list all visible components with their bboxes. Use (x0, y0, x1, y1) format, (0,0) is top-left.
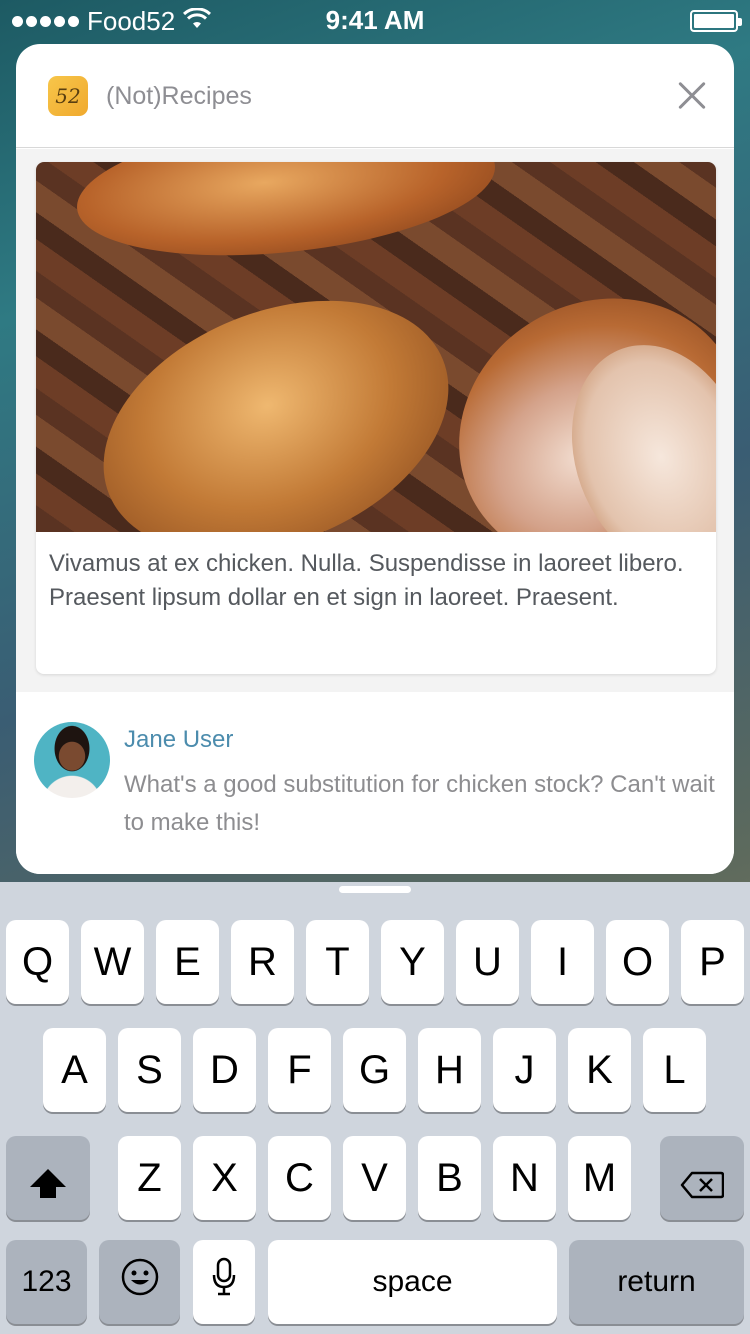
key-n[interactable]: N (493, 1136, 556, 1220)
comment-text: What's a good substitution for chicken s… (124, 771, 715, 836)
microphone-icon (211, 1257, 237, 1307)
comment: Jane User What's a good substitution for… (16, 692, 734, 874)
key-f[interactable]: F (268, 1028, 331, 1112)
shift-arrow-icon (30, 1169, 66, 1198)
key-h[interactable]: H (418, 1028, 481, 1112)
recipe-card[interactable]: Vivamus at ex chicken. Nulla. Suspendiss… (36, 162, 716, 674)
battery-icon (690, 10, 742, 32)
status-time: 9:41 AM (325, 5, 425, 35)
food52-app-icon: 52 (48, 76, 88, 116)
shift-key[interactable] (6, 1136, 90, 1220)
key-t[interactable]: T (306, 920, 369, 1004)
status-bar: Food52 9:41 AM (0, 0, 750, 40)
key-r[interactable]: R (231, 920, 294, 1004)
space-key[interactable]: space (268, 1240, 557, 1324)
keyboard: Q W E R T Y U I O P A S D F G H J K L Z … (0, 882, 750, 1334)
key-a[interactable]: A (43, 1028, 106, 1112)
grabber-handle[interactable] (339, 886, 411, 893)
key-i[interactable]: I (531, 920, 594, 1004)
recipe-image (36, 162, 716, 532)
key-e[interactable]: E (156, 920, 219, 1004)
key-z[interactable]: Z (118, 1136, 181, 1220)
app-name: (Not)Recipes (106, 82, 252, 110)
notification-card: 52 (Not)Recipes Vivamus at ex chicken. N… (16, 44, 734, 874)
key-w[interactable]: W (81, 920, 144, 1004)
numbers-key[interactable]: 123 (6, 1240, 87, 1324)
key-y[interactable]: Y (381, 920, 444, 1004)
key-b[interactable]: B (418, 1136, 481, 1220)
delete-key[interactable] (660, 1136, 744, 1220)
dictation-key[interactable] (193, 1240, 255, 1324)
key-u[interactable]: U (456, 920, 519, 1004)
notification-content: Vivamus at ex chicken. Nulla. Suspendiss… (16, 149, 734, 692)
key-j[interactable]: J (493, 1028, 556, 1112)
key-p[interactable]: P (681, 920, 744, 1004)
return-key[interactable]: return (569, 1240, 744, 1324)
avatar (34, 722, 110, 798)
key-d[interactable]: D (193, 1028, 256, 1112)
emoji-icon (120, 1257, 160, 1307)
key-o[interactable]: O (606, 920, 669, 1004)
key-l[interactable]: L (643, 1028, 706, 1112)
key-c[interactable]: C (268, 1136, 331, 1220)
key-x[interactable]: X (193, 1136, 256, 1220)
key-k[interactable]: K (568, 1028, 631, 1112)
delete-icon (680, 1164, 725, 1199)
key-m[interactable]: M (568, 1136, 631, 1220)
close-button[interactable] (670, 74, 714, 118)
key-g[interactable]: G (343, 1028, 406, 1112)
emoji-key[interactable] (99, 1240, 180, 1324)
key-v[interactable]: V (343, 1136, 406, 1220)
key-q[interactable]: Q (6, 920, 69, 1004)
notification-header: 52 (Not)Recipes (16, 44, 734, 148)
comment-author: Jane User (124, 726, 234, 753)
key-s[interactable]: S (118, 1028, 181, 1112)
recipe-description: Vivamus at ex chicken. Nulla. Suspendiss… (49, 550, 684, 611)
